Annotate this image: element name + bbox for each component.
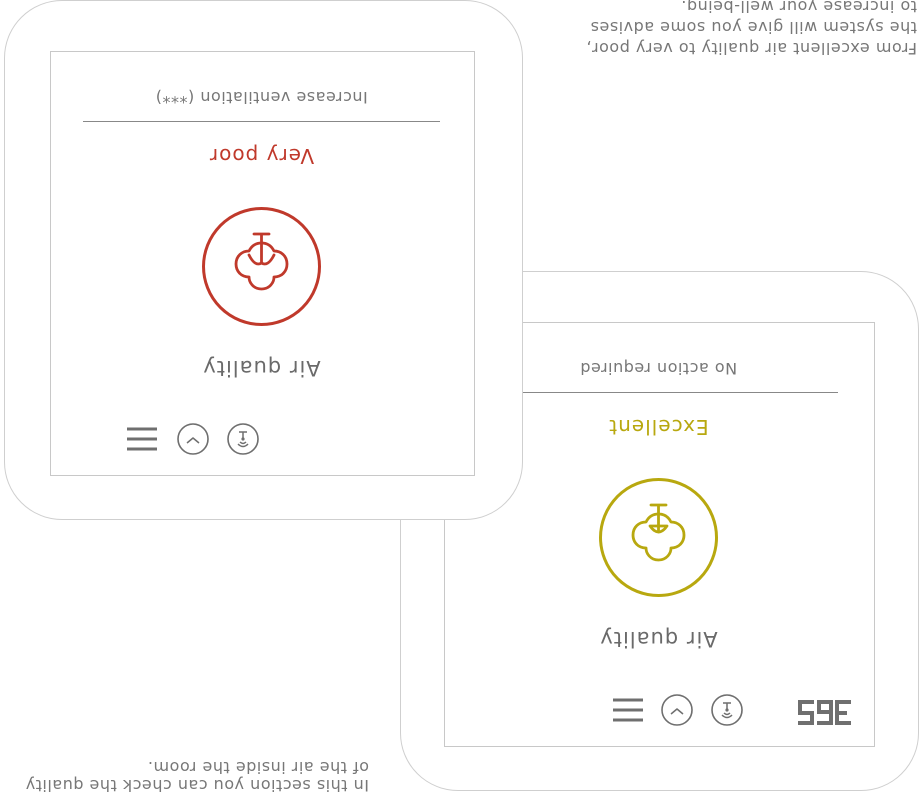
menu-icon[interactable]	[126, 425, 158, 453]
air-quality-status: Very poor	[208, 144, 315, 168]
thermostat-device-very-poor: Air quality Very poor Increase ventilati…	[4, 0, 523, 520]
caption-line: to increase your well-being.	[680, 0, 917, 16]
caption-line: of the air inside the room.	[147, 758, 369, 777]
divider	[83, 121, 440, 122]
device-screen: Air quality Very poor Increase ventilati…	[50, 51, 475, 476]
signal-icon[interactable]	[227, 423, 259, 455]
signal-icon[interactable]	[711, 694, 743, 726]
menu-icon[interactable]	[612, 696, 644, 724]
divider	[482, 392, 838, 393]
brand-logo: 365	[796, 693, 852, 727]
caption-line: In this section you can check the qualit…	[25, 776, 369, 795]
air-quality-advice: Increase ventilation (***)	[155, 88, 368, 107]
stage: 365 Air quality Exce	[0, 0, 919, 796]
caption-advice-description: From excellent air quality to very poor,…	[586, 0, 917, 59]
caption-air-quality-section: In this section you can check the qualit…	[25, 758, 369, 795]
caption-line: the system will give you some advises	[590, 18, 917, 37]
screen-title: Air quality	[202, 356, 321, 380]
air-quality-icon	[202, 207, 321, 326]
gauge-icon[interactable]	[177, 423, 209, 455]
air-quality-icon	[599, 478, 718, 597]
screen-title: Air quality	[599, 627, 718, 651]
gauge-icon[interactable]	[661, 694, 693, 726]
caption-line: From excellent air quality to very poor,	[585, 39, 917, 58]
